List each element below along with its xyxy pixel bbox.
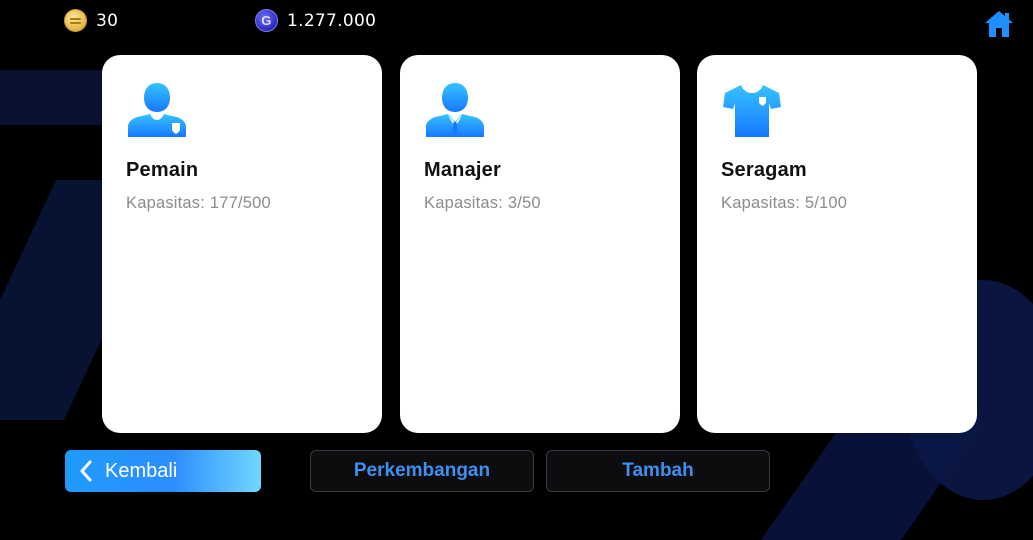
home-button[interactable] bbox=[983, 8, 1015, 40]
card-title: Seragam bbox=[721, 159, 807, 181]
coin-icon bbox=[64, 9, 87, 32]
add-button[interactable]: Tambah bbox=[546, 450, 770, 492]
back-button-label: Kembali bbox=[105, 459, 178, 482]
card-title: Pemain bbox=[126, 159, 199, 181]
kit-card[interactable]: Seragam Kapasitas: 5/100 bbox=[697, 55, 977, 433]
gp-balance: G 1.277.000 bbox=[255, 9, 376, 32]
card-capacity: Kapasitas: 177/500 bbox=[126, 194, 271, 212]
manager-icon bbox=[426, 83, 484, 137]
add-button-label: Tambah bbox=[622, 460, 694, 481]
chevron-left-icon bbox=[80, 460, 92, 482]
kit-icon bbox=[723, 85, 781, 137]
gp-amount: 1.277.000 bbox=[287, 10, 377, 31]
card-capacity: Kapasitas: 5/100 bbox=[721, 194, 848, 212]
manager-card[interactable]: Manajer Kapasitas: 3/50 bbox=[400, 55, 680, 433]
card-title: Manajer bbox=[424, 159, 501, 181]
development-button[interactable]: Perkembangan bbox=[310, 450, 534, 492]
back-button[interactable]: Kembali bbox=[65, 450, 261, 492]
card-capacity: Kapasitas: 3/50 bbox=[424, 194, 541, 212]
player-icon bbox=[128, 83, 186, 137]
development-button-label: Perkembangan bbox=[353, 460, 491, 481]
player-card[interactable]: Pemain Kapasitas: 177/500 bbox=[102, 55, 382, 433]
gp-icon: G bbox=[255, 9, 278, 32]
top-bar: 30 G 1.277.000 bbox=[0, 0, 1033, 44]
home-icon bbox=[985, 11, 1013, 37]
coin-balance: 30 bbox=[64, 9, 118, 32]
coin-amount: 30 bbox=[96, 10, 119, 31]
